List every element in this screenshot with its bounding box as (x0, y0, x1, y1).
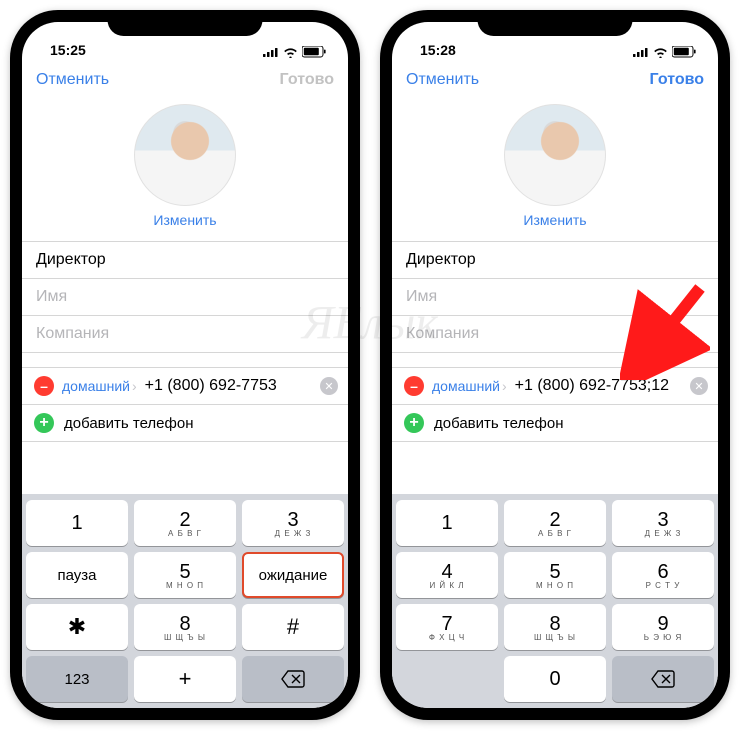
done-button[interactable]: Готово (650, 71, 704, 89)
key-0[interactable]: 0 (504, 656, 606, 702)
key-symbol[interactable]: + (134, 656, 236, 702)
phone-number-input[interactable]: +1 (800) 692-7753;12 (515, 377, 682, 395)
add-phone-label: добавить телефон (434, 415, 564, 432)
company-field[interactable]: Компания (22, 315, 348, 353)
done-button[interactable]: Готово (280, 71, 334, 89)
phone-frame: 15:28 Отменить Готово Изменить Директор … (380, 10, 730, 720)
add-phone-label: добавить телефон (64, 415, 194, 432)
cancel-button[interactable]: Отменить (406, 71, 479, 89)
key-пауза[interactable]: пауза (26, 552, 128, 598)
cancel-button[interactable]: Отменить (36, 71, 109, 89)
key-symbol[interactable]: ✱ (26, 604, 128, 650)
key-3[interactable]: 3Д Е Ж З (242, 500, 344, 546)
status-icons (263, 46, 326, 58)
add-phone-icon: + (34, 413, 54, 433)
key-9[interactable]: 9Ь Э Ю Я (612, 604, 714, 650)
remove-phone-button[interactable]: – (404, 376, 424, 396)
key-1[interactable]: 1 (26, 500, 128, 546)
name-field[interactable]: Имя (392, 278, 718, 316)
phone-row: – домашний› +1 (800) 692-7753 ✕ (22, 367, 348, 405)
clear-input-button[interactable]: ✕ (690, 377, 708, 395)
key-empty (396, 656, 498, 702)
chevron-right-icon: › (502, 378, 507, 394)
keypad: 12А Б В Г3Д Е Ж З 4И Й К Л5М Н О П6Р С Т … (392, 494, 718, 708)
key-3[interactable]: 3Д Е Ж З (612, 500, 714, 546)
phone-number-input[interactable]: +1 (800) 692-7753 (145, 377, 312, 395)
status-icons (633, 46, 696, 58)
phone-frame: 15:25 Отменить Готово Изменить Директор … (10, 10, 360, 720)
change-photo-button[interactable]: Изменить (523, 212, 586, 228)
status-time: 15:25 (50, 42, 86, 58)
clear-input-button[interactable]: ✕ (320, 377, 338, 395)
phone-row: – домашний› +1 (800) 692-7753;12 ✕ (392, 367, 718, 405)
backspace-key[interactable] (242, 656, 344, 702)
company-field[interactable]: Компания (392, 315, 718, 353)
status-time: 15:28 (420, 42, 456, 58)
key-7[interactable]: 7Ф Х Ц Ч (396, 604, 498, 650)
avatar-section: Изменить (22, 100, 348, 236)
phone-type-selector[interactable]: домашний› (432, 378, 507, 394)
wifi-icon (283, 47, 298, 58)
battery-icon (672, 46, 696, 58)
notch (108, 10, 263, 36)
remove-phone-button[interactable]: – (34, 376, 54, 396)
name-field[interactable]: Имя (22, 278, 348, 316)
add-phone-icon: + (404, 413, 424, 433)
key-2[interactable]: 2А Б В Г (134, 500, 236, 546)
screen: 15:28 Отменить Готово Изменить Директор … (392, 22, 718, 708)
nav-bar: Отменить Готово (392, 60, 718, 100)
battery-icon (302, 46, 326, 58)
chevron-right-icon: › (132, 378, 137, 394)
key-4[interactable]: 4И Й К Л (396, 552, 498, 598)
nav-bar: Отменить Готово (22, 60, 348, 100)
phone-type-selector[interactable]: домашний› (62, 378, 137, 394)
key-1[interactable]: 1 (396, 500, 498, 546)
key-2[interactable]: 2А Б В Г (504, 500, 606, 546)
add-phone-row[interactable]: + добавить телефон (392, 405, 718, 442)
avatar[interactable] (504, 104, 606, 206)
avatar[interactable] (134, 104, 236, 206)
key-symbol[interactable]: # (242, 604, 344, 650)
key-8[interactable]: 8Ш Щ Ъ Ы (134, 604, 236, 650)
key-123[interactable]: 123 (26, 656, 128, 702)
notch (478, 10, 633, 36)
screen: 15:25 Отменить Готово Изменить Директор … (22, 22, 348, 708)
key-5[interactable]: 5М Н О П (134, 552, 236, 598)
keypad: 12А Б В Г3Д Е Ж З пауза5М Н О Пожидание ✱8… (22, 494, 348, 708)
signal-icon (263, 47, 279, 57)
key-6[interactable]: 6Р С Т У (612, 552, 714, 598)
signal-icon (633, 47, 649, 57)
name-fields: Директор Имя Компания (22, 236, 348, 353)
add-phone-row[interactable]: + добавить телефон (22, 405, 348, 442)
change-photo-button[interactable]: Изменить (153, 212, 216, 228)
surname-field[interactable]: Директор (22, 241, 348, 279)
key-8[interactable]: 8Ш Щ Ъ Ы (504, 604, 606, 650)
backspace-key[interactable] (612, 656, 714, 702)
name-fields: Директор Имя Компания (392, 236, 718, 353)
wifi-icon (653, 47, 668, 58)
key-ожидание[interactable]: ожидание (242, 552, 344, 598)
key-5[interactable]: 5М Н О П (504, 552, 606, 598)
surname-field[interactable]: Директор (392, 241, 718, 279)
avatar-section: Изменить (392, 100, 718, 236)
